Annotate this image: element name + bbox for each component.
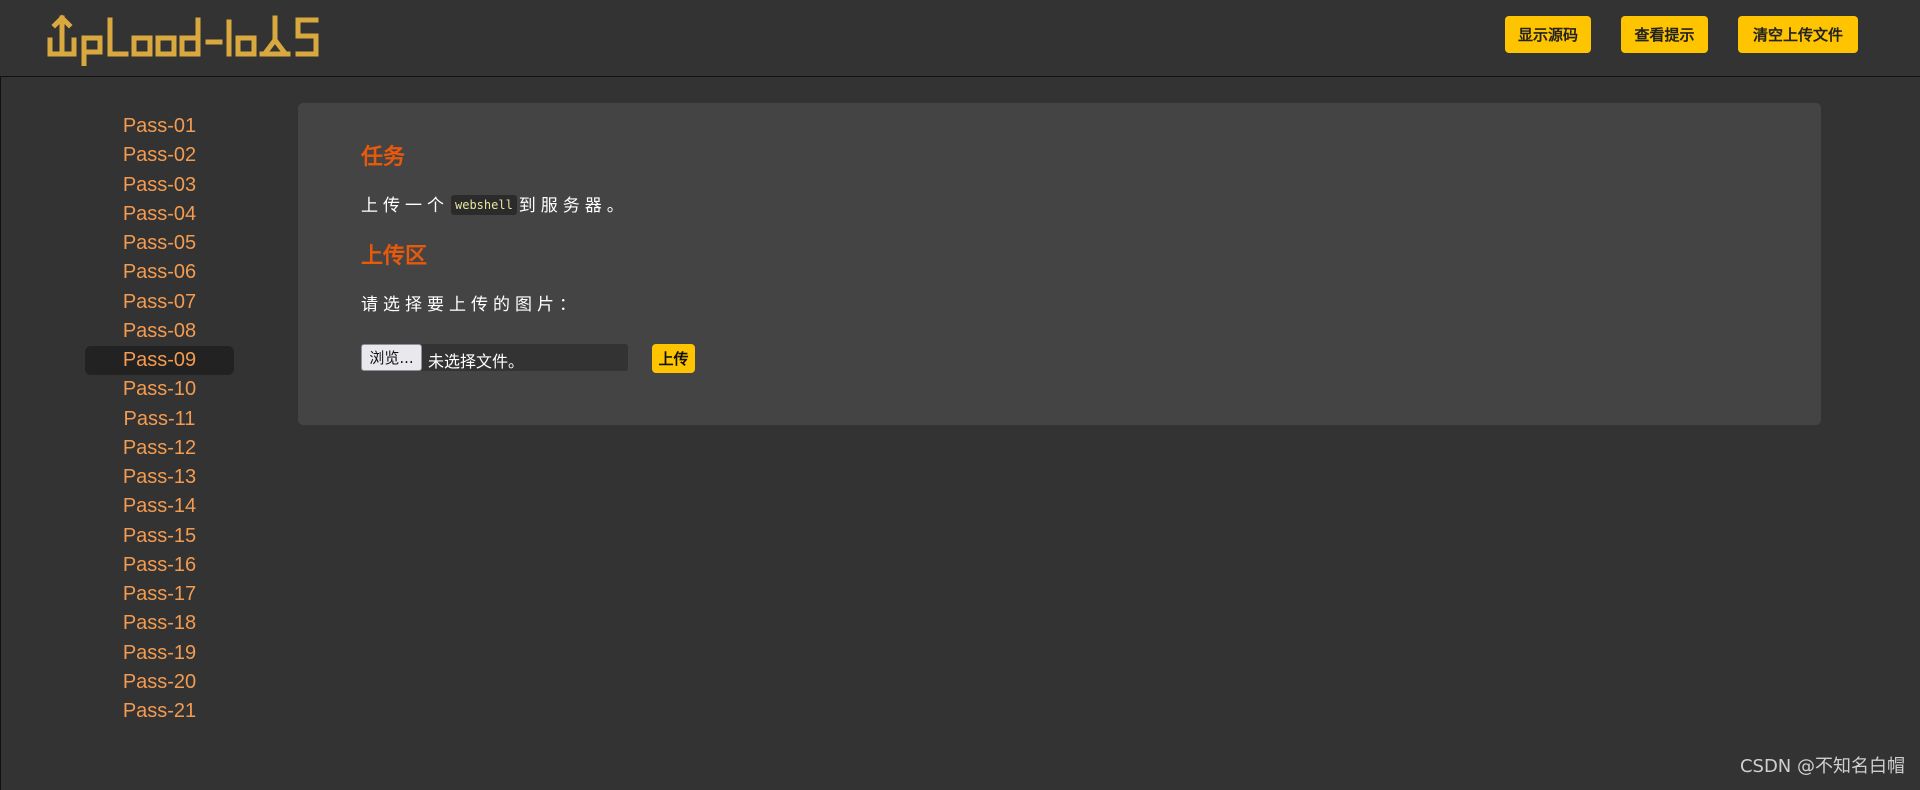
browse-button[interactable]: 浏览... [361,344,422,371]
main-panel: 任务 上传一个 webshell 到服务器。 上传区 请选择要上传的图片： 浏览..… [298,103,1821,425]
sidebar-item-pass-05[interactable]: Pass-05 [85,229,234,258]
file-status-text: 未选择文件。 [428,352,525,371]
clear-uploads-button[interactable]: 清空上传文件 [1738,16,1858,53]
sidebar-item-pass-01[interactable]: Pass-01 [85,112,234,141]
sidebar-item-pass-07[interactable]: Pass-07 [85,288,234,317]
sidebar-item-pass-21[interactable]: Pass-21 [85,697,234,726]
left-border [0,77,1,790]
task-text-after: 到服务器。 [518,196,629,216]
sidebar-item-pass-18[interactable]: Pass-18 [85,609,234,638]
task-title: 任务 [361,145,406,170]
sidebar-item-pass-06[interactable]: Pass-06 [85,258,234,287]
sidebar-item-pass-02[interactable]: Pass-02 [85,141,234,170]
top-header: 显示源码 查看提示 清空上传文件 [0,0,1920,77]
file-input[interactable]: 浏览... 未选择文件。 [361,344,628,371]
upload-area-title: 上传区 [361,244,428,269]
sidebar-item-pass-15[interactable]: Pass-15 [85,522,234,551]
webshell-code: webshell [451,195,517,215]
sidebar-item-pass-16[interactable]: Pass-16 [85,551,234,580]
upload-labs-logo[interactable] [44,10,334,66]
sidebar-item-pass-03[interactable]: Pass-03 [85,171,234,200]
view-hint-button[interactable]: 查看提示 [1621,16,1708,53]
upload-submit-button[interactable]: 上传 [652,344,695,373]
task-text-before: 上传一个 [361,196,449,216]
sidebar-item-pass-08[interactable]: Pass-08 [85,317,234,346]
sidebar-item-pass-12[interactable]: Pass-12 [85,434,234,463]
sidebar-item-pass-19[interactable]: Pass-19 [85,639,234,668]
show-source-button[interactable]: 显示源码 [1505,16,1591,53]
sidebar-item-pass-13[interactable]: Pass-13 [85,463,234,492]
sidebar-nav: Pass-01 Pass-02 Pass-03 Pass-04 Pass-05 … [85,112,234,726]
sidebar-item-pass-17[interactable]: Pass-17 [85,580,234,609]
sidebar-item-pass-11[interactable]: Pass-11 [85,405,234,434]
sidebar-item-pass-10[interactable]: Pass-10 [85,375,234,404]
sidebar-item-pass-20[interactable]: Pass-20 [85,668,234,697]
choose-image-label: 请选择要上传的图片： [361,295,581,315]
task-description: 上传一个 webshell 到服务器。 [361,191,629,216]
sidebar-item-pass-04[interactable]: Pass-04 [85,200,234,229]
csdn-watermark: CSDN @不知名白帽 [1739,756,1905,777]
sidebar-item-pass-14[interactable]: Pass-14 [85,492,234,521]
sidebar-item-pass-09[interactable]: Pass-09 [85,346,234,376]
